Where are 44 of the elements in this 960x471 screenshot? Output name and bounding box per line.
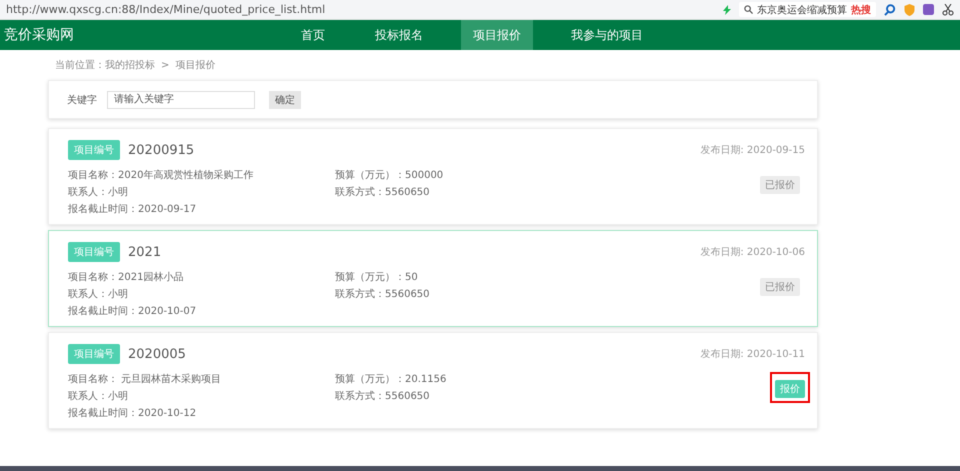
confirm-button[interactable]: 确定 bbox=[269, 90, 301, 108]
keyword-field[interactable]: 请输入关键字 bbox=[107, 90, 255, 108]
contact-person: 联系人：小明 bbox=[68, 288, 129, 300]
contact-person: 联系人：小明 bbox=[68, 390, 129, 402]
keyword-label: 关键字 bbox=[67, 94, 97, 106]
nav-item[interactable]: 我参与的项目 bbox=[559, 20, 655, 50]
project-name: 项目名称：2021园林小品 bbox=[68, 270, 184, 284]
registration-deadline: 报名截止时间：2020-09-17 bbox=[68, 202, 198, 216]
project-number: 2020005 bbox=[128, 346, 187, 362]
address-bar[interactable]: http://www.qxscg.cn:88/Index/Mine/quoted_price_list.html bbox=[6, 3, 715, 16]
breadcrumb-item[interactable]: 当前位置：我的招投标 bbox=[55, 58, 155, 72]
publish-date: 发布日期: 2020-10-06 bbox=[700, 246, 805, 259]
project-number: 20200915 bbox=[128, 142, 196, 158]
nav-item[interactable]: 项目报价 bbox=[461, 20, 533, 50]
extension-icon[interactable] bbox=[923, 4, 934, 15]
lightning-icon[interactable] bbox=[723, 4, 731, 14]
contact-person: 联系人：小明 bbox=[68, 186, 129, 198]
search-icon bbox=[744, 5, 753, 14]
project-number-tag: 项目编号 bbox=[68, 242, 120, 262]
budget: 预算（万元）：500000 bbox=[335, 168, 444, 182]
contact-phone: 联系方式：5560650 bbox=[335, 288, 431, 300]
nav-item[interactable]: 首页 bbox=[289, 20, 337, 50]
publish-date: 发布日期: 2020-09-15 bbox=[700, 144, 805, 157]
project-name: 项目名称：2020年高观赏性植物采购工作 bbox=[68, 168, 254, 182]
contact-phone: 联系方式：5560650 bbox=[335, 186, 431, 198]
publish-date: 发布日期: 2020-10-11 bbox=[700, 348, 805, 361]
contact-phone: 联系方式：5560650 bbox=[335, 390, 431, 402]
breadcrumb-separator: > bbox=[161, 60, 170, 70]
browser-search-field[interactable]: 东京奥运会缩减预算 热搜 bbox=[739, 2, 876, 17]
project-name: 项目名称： 元旦园林苗木采购项目 bbox=[68, 372, 222, 386]
project-number: 2021 bbox=[128, 244, 162, 260]
registration-deadline: 报名截止时间：2020-10-12 bbox=[68, 406, 198, 420]
budget: 预算（万元）：20.1156 bbox=[335, 372, 448, 386]
hot-search-label: 热搜 bbox=[851, 4, 871, 16]
registration-deadline: 报名截止时间：2020-10-07 bbox=[68, 304, 198, 318]
nav-item[interactable]: 投标报名 bbox=[363, 20, 435, 50]
project-number-tag: 项目编号 bbox=[68, 140, 120, 160]
search-icon[interactable] bbox=[884, 4, 896, 16]
breadcrumb-item: 项目报价 bbox=[175, 58, 216, 72]
project-number-tag: 项目编号 bbox=[68, 344, 120, 364]
site-logo[interactable]: 竞价采购网 bbox=[0, 26, 289, 44]
scissors-icon[interactable] bbox=[942, 4, 954, 16]
budget: 预算（万元）：50 bbox=[335, 270, 419, 284]
search-suggestion: 东京奥运会缩减预算 bbox=[757, 4, 847, 16]
